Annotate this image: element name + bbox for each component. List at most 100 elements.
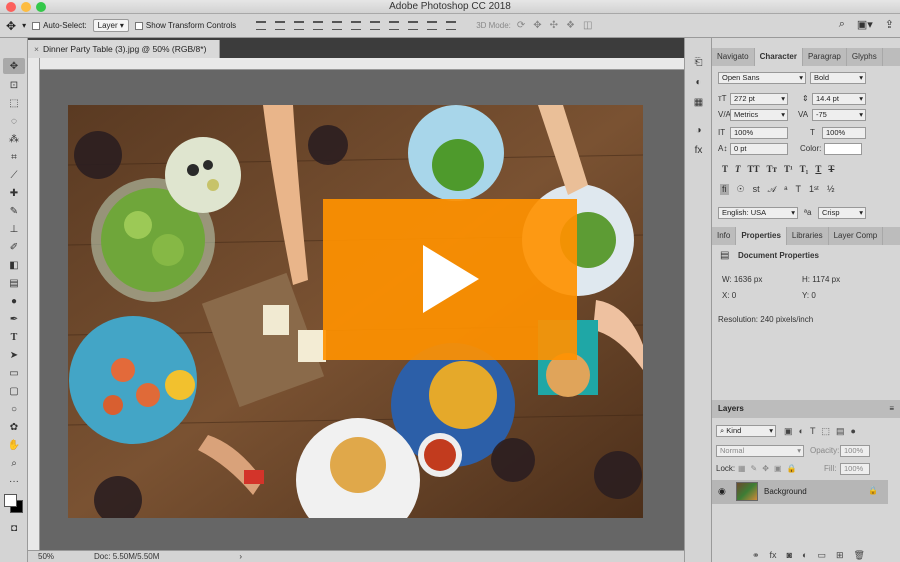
swatches-icon[interactable]: ▦ [692, 96, 705, 109]
delete-layer-icon[interactable]: 🗑 [854, 550, 865, 561]
filter-smart-icon[interactable]: ▤ [836, 426, 845, 437]
zoom-level[interactable]: 50% [38, 552, 54, 561]
anti-alias-select[interactable]: Crisp ▾ [818, 207, 866, 219]
new-layer-icon[interactable]: ⊞ [836, 550, 844, 561]
zoom-tool[interactable]: ⌕ [3, 455, 25, 471]
distribute-bottom-icon[interactable] [408, 21, 419, 30]
rectangle-tool[interactable]: ▭ [3, 365, 25, 381]
tab-info[interactable]: Info [712, 227, 737, 245]
ligatures-icon[interactable]: fi [720, 184, 729, 195]
3d-mode-icons[interactable]: ⟳✥✣❖◫ [517, 20, 601, 31]
pen-tool[interactable]: ✒ [3, 311, 25, 327]
text-color-swatch[interactable] [824, 143, 862, 155]
fill-field[interactable]: 100% [840, 463, 870, 475]
healing-tool[interactable]: ✚ [3, 185, 25, 201]
discretionary-lig-icon[interactable]: st [753, 184, 760, 195]
more-tools[interactable]: ··· [3, 473, 25, 489]
styles-icon[interactable]: fx [692, 144, 705, 157]
document-tab[interactable]: × Dinner Party Table (3).jpg @ 50% (RGB/… [28, 40, 220, 58]
all-caps-icon[interactable]: TT [748, 164, 760, 174]
underline-icon[interactable]: T [815, 164, 821, 174]
strikethrough-icon[interactable]: T [828, 164, 834, 174]
adjustment-layer-icon[interactable]: ◐ [802, 550, 807, 561]
brush-tool[interactable]: ✎ [3, 203, 25, 219]
swash-icon[interactable]: 𝒜 [768, 184, 777, 195]
tab-libraries[interactable]: Libraries [787, 227, 829, 245]
tab-character[interactable]: Character [754, 48, 803, 66]
rounded-rect-tool[interactable]: ▢ [3, 383, 25, 399]
video-play-overlay[interactable] [323, 199, 577, 360]
stamp-tool[interactable]: ⊥ [3, 221, 25, 237]
tab-properties[interactable]: Properties [736, 227, 787, 245]
visibility-eye-icon[interactable]: ◉ [718, 486, 726, 497]
auto-select-dropdown[interactable]: Layer ▾ [92, 19, 129, 32]
small-caps-icon[interactable]: Tт [767, 164, 777, 174]
font-style-select[interactable]: Bold ▾ [810, 72, 866, 84]
filter-type-icon[interactable]: T [810, 426, 816, 437]
align-top-icon[interactable] [256, 21, 267, 30]
search-icon[interactable]: ⌕ [839, 18, 845, 31]
workspace-icon[interactable]: ▣▾ [857, 18, 873, 31]
share-icon[interactable]: ⇪ [885, 18, 894, 31]
move-tool[interactable]: ✥ [3, 58, 25, 74]
move-tool-icon[interactable]: ✥ [6, 19, 16, 33]
quick-mask-button[interactable]: ◘ [3, 520, 25, 536]
fractions-icon[interactable]: ½ [827, 184, 835, 195]
gradient-tool[interactable]: ▤ [3, 275, 25, 291]
canvas-area[interactable] [40, 70, 684, 550]
filter-toggle-icon[interactable]: ● [850, 426, 855, 437]
artboard-tool[interactable]: ⊡ [3, 77, 25, 93]
font-size-field[interactable]: 272 pt ▾ [730, 93, 788, 105]
eyedropper-tool[interactable]: ⟋ [3, 167, 25, 183]
foreground-color-swatch[interactable] [4, 494, 17, 507]
vertical-ruler[interactable] [28, 58, 40, 550]
ordinals-icon[interactable]: 1ˢᵗ [809, 184, 819, 195]
layer-style-icon[interactable]: fx [770, 550, 777, 561]
layer-filter-select[interactable]: ⌕ Kind ▾ [716, 425, 776, 437]
tab-paragraph[interactable]: Paragrap [803, 48, 847, 66]
layer-row-background[interactable]: ◉ Background 🔒 [712, 480, 888, 504]
kerning-field[interactable]: Metrics ▾ [730, 109, 788, 121]
font-family-select[interactable]: Open Sans ▾ [718, 72, 806, 84]
dodge-tool[interactable]: ● [3, 293, 25, 309]
eraser-tool[interactable]: ◧ [3, 257, 25, 273]
align-right-icon[interactable] [351, 21, 362, 30]
type-tool[interactable]: T [3, 329, 25, 345]
filter-adjust-icon[interactable]: ◐ [799, 426, 804, 437]
lock-icons[interactable]: ▦✎✥▣🔒 [738, 463, 801, 475]
align-bottom-icon[interactable] [294, 21, 305, 30]
crop-tool[interactable]: ⌗ [3, 149, 25, 165]
tab-glyphs[interactable]: Glyphs [847, 48, 883, 66]
horizontal-ruler[interactable] [40, 58, 684, 70]
maximize-window-button[interactable] [36, 2, 46, 12]
path-select-tool[interactable]: ➤ [3, 347, 25, 363]
distribute-vcenter-icon[interactable] [389, 21, 400, 30]
adjustments-icon[interactable]: ◑ [692, 124, 705, 137]
horizontal-scale-field[interactable]: 100% [822, 127, 866, 139]
layers-title[interactable]: Layers [718, 404, 744, 413]
language-select[interactable]: English: USA ▾ [718, 207, 798, 219]
distribute-top-icon[interactable] [370, 21, 381, 30]
subscript-icon[interactable]: T₁ [800, 164, 809, 174]
contextual-alt-icon[interactable]: ☉ [737, 184, 745, 195]
quick-select-tool[interactable]: ⁂ [3, 131, 25, 147]
auto-select-checkbox[interactable]: Auto-Select: [32, 21, 87, 30]
leading-field[interactable]: 14.4 pt ▾ [812, 93, 866, 105]
show-transform-checkbox[interactable]: Show Transform Controls [134, 21, 236, 30]
distribute-left-icon[interactable] [427, 21, 438, 30]
new-group-icon[interactable]: ▭ [817, 550, 826, 561]
marquee-tool[interactable]: ⬚ [3, 95, 25, 111]
link-layers-icon[interactable]: ⚭ [752, 550, 760, 561]
filter-shape-icon[interactable]: ⬚ [821, 426, 830, 437]
history-brush-tool[interactable]: ✐ [3, 239, 25, 255]
hand-tool[interactable]: ✋ [3, 437, 25, 453]
document-size[interactable]: Doc: 5.50M/5.50M [94, 552, 159, 561]
distribute-hcenter-icon[interactable] [446, 21, 457, 30]
stylistic-alt-icon[interactable]: ᵃ [784, 184, 787, 195]
color-icon[interactable]: ◐ [692, 76, 705, 89]
align-hcenter-icon[interactable] [332, 21, 343, 30]
tool-preset-dropdown[interactable]: ▾ [22, 21, 26, 30]
filter-pixel-icon[interactable]: ▣ [784, 426, 793, 437]
vertical-scale-field[interactable]: 100% [730, 127, 788, 139]
add-mask-icon[interactable]: ◙ [787, 550, 792, 561]
